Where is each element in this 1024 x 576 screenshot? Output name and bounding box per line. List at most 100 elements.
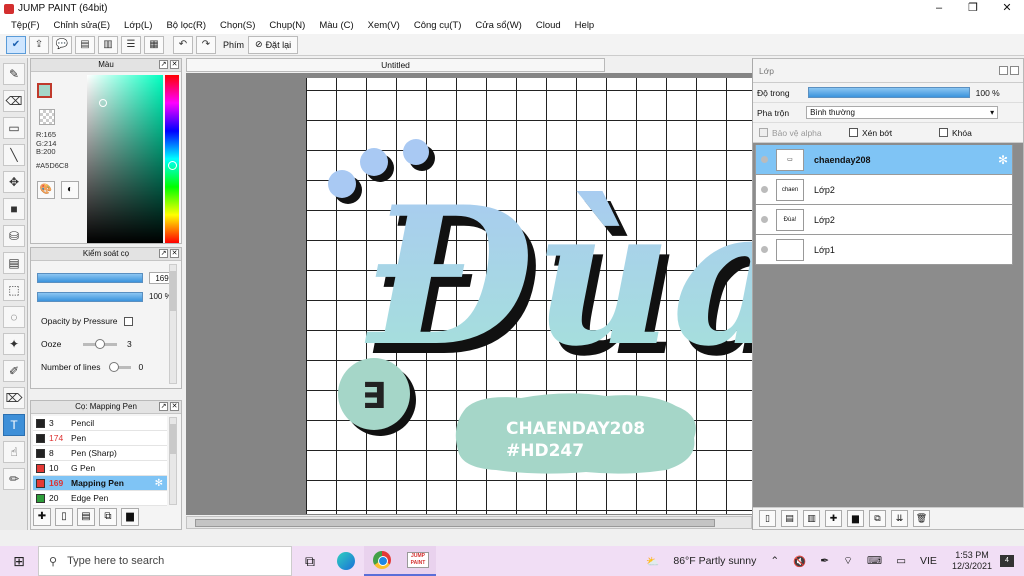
brush-panel-scrollbar[interactable] — [169, 264, 177, 384]
gear-icon[interactable]: ✻ — [998, 153, 1008, 167]
lock-checkbox[interactable] — [939, 128, 948, 137]
rectangle-icon[interactable]: ▭ — [3, 117, 25, 139]
taskbar-search[interactable]: ⚲ Type here to search — [38, 546, 292, 576]
palette-icon[interactable]: 🎨 — [37, 181, 55, 199]
hue-cursor[interactable] — [168, 161, 177, 170]
drawing-canvas[interactable]: Đùa Đùa ∃ CHAENDAY208 #HD247 — [306, 78, 752, 514]
popout-icon[interactable] — [999, 66, 1008, 75]
select-pen-icon[interactable]: ✐ — [3, 360, 25, 382]
language-indicator[interactable]: VIE — [920, 555, 937, 567]
panel-close-icon[interactable]: ✕ — [170, 60, 179, 69]
weather-text[interactable]: 86°F Partly sunny — [673, 555, 756, 567]
menu-edit[interactable]: Chỉnh sửa(E) — [47, 20, 118, 31]
check-icon[interactable]: ✔ — [6, 35, 26, 54]
volume-icon[interactable]: 🔇 — [793, 555, 806, 568]
menu-page-icon[interactable]: ▤ — [77, 508, 95, 526]
layer-visibility-icon[interactable] — [761, 156, 768, 163]
menu-file[interactable]: Tệp(F) — [4, 20, 47, 31]
ooze-knob[interactable] — [95, 338, 105, 349]
transparent-swatch[interactable] — [39, 109, 55, 125]
keyboard-icon[interactable]: ⌨ — [867, 555, 882, 567]
reset-button[interactable]: ⊘ Đặt lại — [248, 35, 299, 54]
hue-slider[interactable] — [165, 75, 179, 243]
jump-paint-taskbar-icon[interactable]: JUMP PAINT — [400, 546, 436, 576]
menu-capture[interactable]: Chụp(N) — [262, 20, 312, 31]
pen-list-scrollbar[interactable] — [169, 417, 177, 505]
lines-knob[interactable] — [108, 361, 119, 372]
minimize-button[interactable]: – — [922, 0, 956, 17]
share-icon[interactable]: ⇪ — [29, 35, 49, 54]
protect-alpha-option[interactable]: Bảo vệ alpha — [759, 128, 843, 138]
touch-keyboard-icon[interactable]: ▭ — [896, 555, 906, 567]
lines-slider[interactable] — [108, 361, 131, 372]
pen-list-item[interactable]: 20 Edge Pen — [33, 491, 167, 506]
list-icon[interactable]: ☰ — [121, 35, 141, 54]
close-button[interactable]: ✕ — [990, 0, 1024, 17]
popout-icon[interactable]: ↗ — [159, 402, 168, 411]
add-layer-icon[interactable]: ✚ — [825, 510, 842, 527]
opacity-by-pressure-option[interactable]: Opacity by Pressure — [41, 316, 133, 326]
maximize-button[interactable]: ❐ — [956, 0, 990, 17]
menu-color[interactable]: Màu (C) — [312, 20, 360, 31]
document-icon[interactable]: ▥ — [98, 35, 118, 54]
menu-view[interactable]: Xem(V) — [361, 20, 407, 31]
chevron-up-icon[interactable]: ⌃ — [770, 555, 779, 567]
menu-window[interactable]: Cửa sổ(W) — [468, 20, 528, 31]
pencil-icon[interactable]: ✏ — [3, 468, 25, 490]
gradient-icon[interactable]: ▤ — [3, 252, 25, 274]
fill-rect-icon[interactable]: ■ — [3, 198, 25, 220]
menu-cloud[interactable]: Cloud — [529, 20, 568, 31]
new-raster-icon[interactable]: ▤ — [781, 510, 798, 527]
scroll-thumb[interactable] — [195, 519, 715, 527]
new-page-icon[interactable]: ▯ — [55, 508, 73, 526]
pen-list-item[interactable]: 8 Pen (Sharp) — [33, 446, 167, 461]
select-eraser-icon[interactable]: ⌦ — [3, 387, 25, 409]
windows-start-icon[interactable]: ⊞ — [0, 546, 38, 576]
lock-option[interactable]: Khóa — [939, 128, 1023, 138]
layer-visibility-icon[interactable] — [761, 246, 768, 253]
chrome-browser-icon[interactable] — [364, 546, 400, 576]
brush-icon[interactable]: ✎ — [3, 63, 25, 85]
clock[interactable]: 1:53 PM 12/3/2021 — [952, 550, 992, 572]
document-tab[interactable]: Untitled — [186, 58, 605, 72]
foreground-color-swatch[interactable] — [37, 83, 52, 98]
undo-icon[interactable]: ↶ — [173, 35, 193, 54]
layer-row[interactable]: ▭ chaenday208 ✻ — [755, 145, 1013, 175]
popout-icon[interactable]: ↗ — [159, 60, 168, 69]
menu-help[interactable]: Help — [568, 20, 602, 31]
wifi-icon[interactable]: ⌔ — [843, 554, 853, 568]
notification-icon[interactable]: 4 — [1000, 555, 1014, 567]
merge-layer-icon[interactable]: ⇊ — [891, 510, 908, 527]
canvas-horizontal-scrollbar[interactable] — [186, 516, 752, 529]
menu-tools[interactable]: Công cụ(T) — [407, 20, 469, 31]
grid-icon[interactable]: ▦ — [144, 35, 164, 54]
layer-opacity-slider[interactable] — [807, 87, 970, 98]
gear-icon[interactable]: ✻ — [155, 478, 163, 489]
palette-settings-icon[interactable]: ◐ — [61, 181, 79, 199]
panel-close-icon[interactable] — [1010, 66, 1019, 75]
clipping-checkbox[interactable] — [849, 128, 858, 137]
folder-icon[interactable]: ▆ — [121, 508, 139, 526]
panel-close-icon[interactable]: ✕ — [170, 249, 179, 258]
sv-cursor[interactable] — [99, 99, 107, 107]
duplicate-layer-icon[interactable]: ⧉ — [869, 510, 886, 527]
edge-browser-icon[interactable] — [328, 546, 364, 576]
layer-visibility-icon[interactable] — [761, 216, 768, 223]
layer-row[interactable]: Đùa! Lớp2 — [755, 205, 1013, 235]
brush-opacity-bar[interactable] — [37, 292, 143, 302]
hand-icon[interactable]: ☝ — [3, 441, 25, 463]
select-rect-icon[interactable]: ⬚ — [3, 279, 25, 301]
saturation-value-picker[interactable] — [87, 75, 163, 243]
menu-layer[interactable]: Lớp(L) — [117, 20, 159, 31]
lasso-icon[interactable]: ◌ — [3, 306, 25, 328]
message-icon[interactable]: ▤ — [75, 35, 95, 54]
new-layer-icon[interactable]: ▯ — [759, 510, 776, 527]
pen-tray-icon[interactable]: ✒ — [820, 555, 829, 567]
move-icon[interactable]: ✥ — [3, 171, 25, 193]
menu-filter[interactable]: Bộ lọc(R) — [159, 20, 213, 31]
protect-alpha-checkbox[interactable] — [759, 128, 768, 137]
clipping-option[interactable]: Xén bớt — [849, 128, 933, 138]
brush-size-bar[interactable] — [37, 273, 143, 283]
layer-visibility-icon[interactable] — [761, 186, 768, 193]
blend-mode-select[interactable]: Bình thường — [806, 106, 999, 119]
